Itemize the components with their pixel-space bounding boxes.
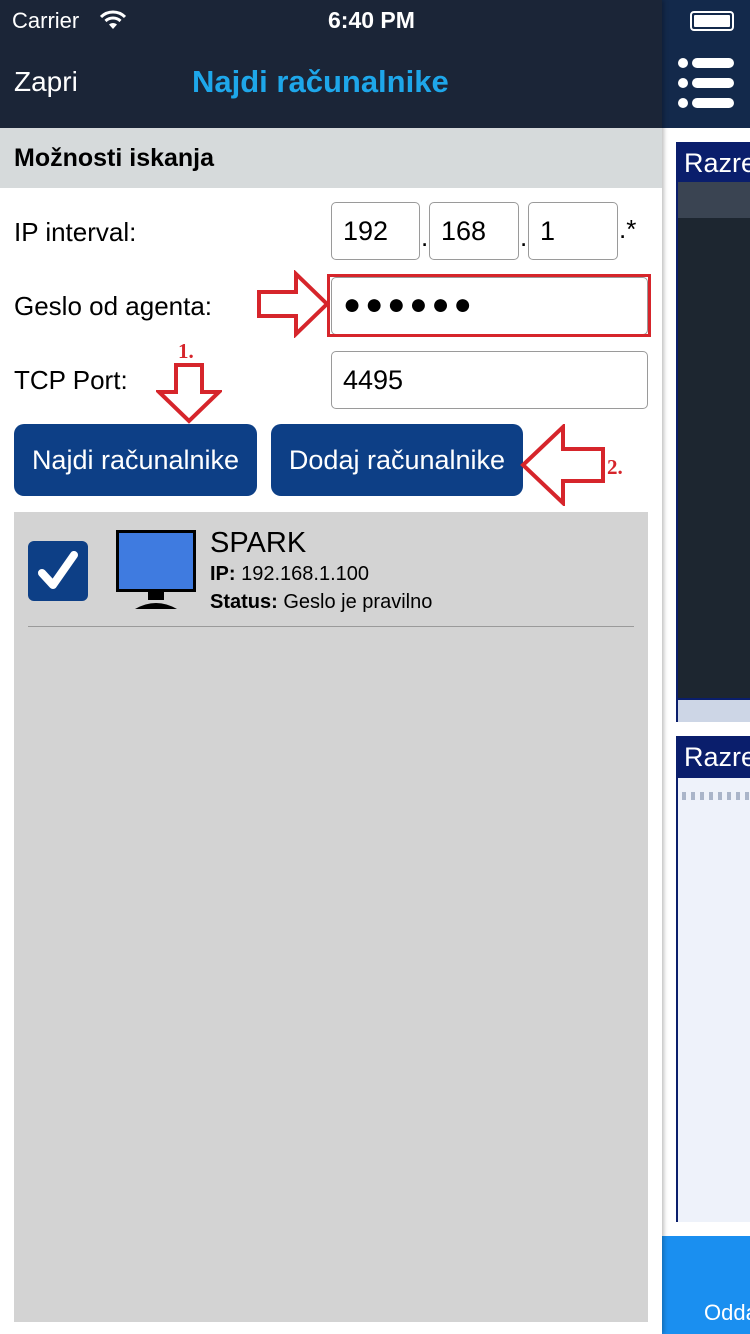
arrow-left-icon <box>520 424 605 506</box>
status-field-label: Status: <box>210 591 278 613</box>
list-menu-icon[interactable] <box>678 58 734 108</box>
screen-thumbnail <box>678 778 750 1222</box>
add-computers-button[interactable]: Dodaj računalnike <box>271 424 523 496</box>
arrow-down-icon <box>156 363 222 424</box>
ip-octet-2-input[interactable]: 168 <box>429 202 519 260</box>
page-title: Najdi računalnike <box>192 64 449 99</box>
step-2-annotation: 2. <box>607 455 623 479</box>
background-bottom-button[interactable]: Odda <box>662 1236 750 1334</box>
computer-status-line: Status: Geslo je pravilno <box>210 591 432 614</box>
ip-field-label: IP: <box>210 563 236 585</box>
step-1-annotation: 1. <box>178 339 194 363</box>
find-computers-button[interactable]: Najdi računalnike <box>14 424 257 496</box>
computer-ip-line: IP: 192.168.1.100 <box>210 563 369 586</box>
wifi-icon <box>100 10 126 29</box>
password-highlight-box <box>327 274 651 337</box>
computer-name: SPARK <box>210 527 307 559</box>
computer-thumbnail-card[interactable]: Razre <box>676 736 750 1222</box>
status-time: 6:40 PM <box>328 7 415 33</box>
ip-octet-1-input[interactable]: 192 <box>331 202 420 260</box>
monitor-icon <box>116 530 196 609</box>
computer-card-title: Razre <box>684 148 750 178</box>
bottom-button-label: Odda <box>704 1300 750 1325</box>
navigation-bar: Carrier 6:40 PM Zapri Najdi računalnike <box>0 0 662 128</box>
thumbnail-taskbar <box>678 700 750 722</box>
ip-interval-label: IP interval: <box>14 217 137 247</box>
ip-wildcard: .* <box>619 214 637 244</box>
find-computers-panel: Carrier 6:40 PM Zapri Najdi računalnike … <box>0 0 662 1334</box>
ip-octet-3-input[interactable]: 1 <box>528 202 618 260</box>
agent-password-label: Geslo od agenta: <box>14 291 213 321</box>
computer-thumbnail-card[interactable]: Razre <box>676 142 750 722</box>
results-list: SPARK IP: 192.168.1.100 Status: Geslo je… <box>14 512 648 1322</box>
tcp-port-input[interactable]: 4495 <box>331 351 648 409</box>
close-button[interactable]: Zapri <box>14 66 78 98</box>
search-options-header: Možnosti iskanja <box>0 128 662 188</box>
computer-ip: 192.168.1.100 <box>241 563 370 585</box>
screen-thumbnail <box>678 182 750 698</box>
section-title: Možnosti iskanja <box>14 144 215 172</box>
status-carrier: Carrier <box>12 8 80 33</box>
checkbox-checked-icon[interactable] <box>28 541 88 601</box>
computer-card-title: Razre <box>684 742 750 772</box>
computer-status: Geslo je pravilno <box>283 591 433 613</box>
tcp-port-label: TCP Port: <box>14 365 128 395</box>
ip-separator: . <box>421 222 429 252</box>
ip-separator: . <box>520 222 528 252</box>
list-divider <box>28 626 634 627</box>
arrow-right-icon <box>257 270 330 338</box>
battery-icon <box>690 11 734 31</box>
